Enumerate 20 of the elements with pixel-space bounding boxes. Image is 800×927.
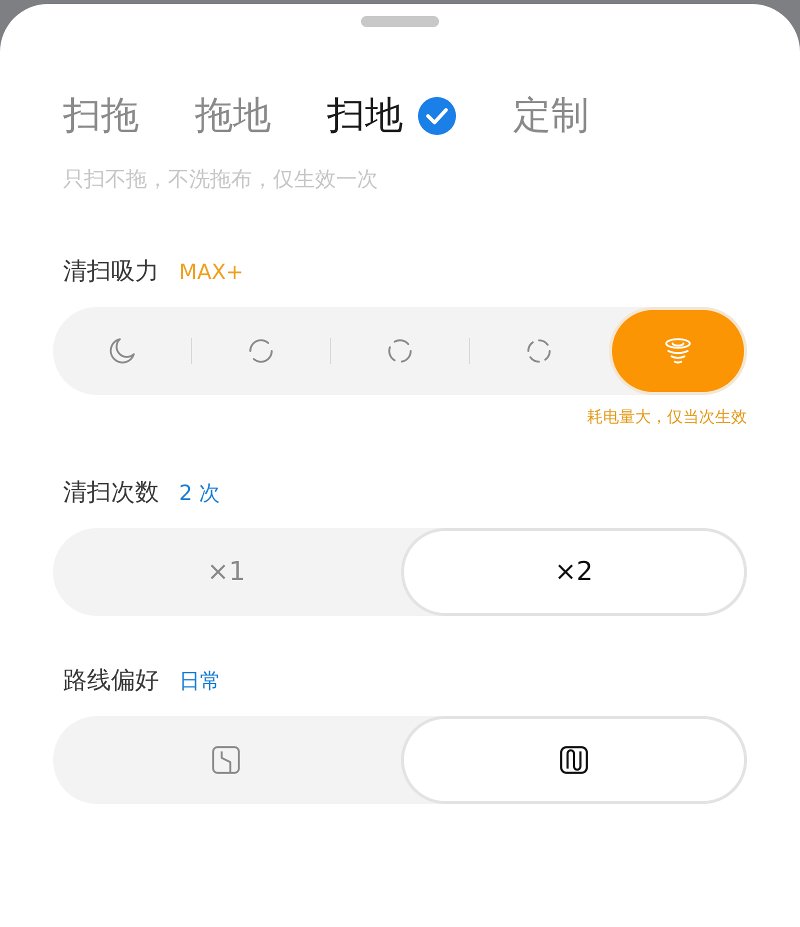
segment-option[interactable]: ×1: [53, 528, 400, 616]
route-icon: [211, 744, 242, 775]
setting-value: MAX+: [179, 260, 244, 284]
mode-tab[interactable]: 扫拖: [63, 93, 139, 139]
setting-label: 路线偏好: [63, 664, 159, 696]
setting-label: 清扫吸力: [63, 256, 159, 287]
segment-option[interactable]: ×2: [400, 528, 747, 616]
setting-label: 清扫次数: [63, 476, 159, 508]
check-icon: [417, 96, 457, 136]
mode-tab[interactable]: 定制: [513, 93, 589, 139]
serpentine-route-icon: [558, 744, 589, 775]
mode-description: 只扫不拖，不洗拖布，仅生效一次: [62, 166, 379, 193]
setting-value: 2 次: [179, 480, 220, 507]
setting-value: 日常: [179, 668, 221, 695]
tornado-icon: [663, 336, 693, 366]
warning-note: 耗电量大，仅当次生效: [586, 406, 747, 428]
mode-tab[interactable]: 扫地: [327, 93, 457, 139]
drag-handle[interactable]: [361, 16, 439, 27]
mode-tab[interactable]: 拖地: [195, 93, 271, 139]
moon-icon: [107, 336, 137, 366]
